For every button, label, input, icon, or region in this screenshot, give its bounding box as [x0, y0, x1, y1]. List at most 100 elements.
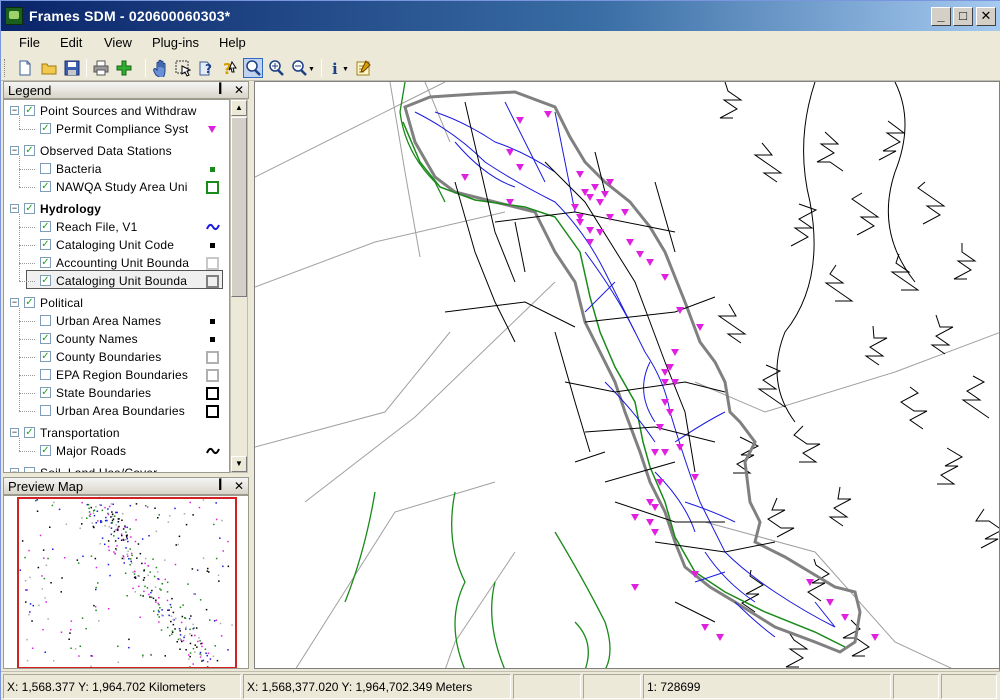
permit-compliance-marker[interactable] — [516, 164, 524, 171]
permit-compliance-marker[interactable] — [666, 409, 674, 416]
legend-item[interactable]: ✓ County Boundaries — [4, 348, 229, 366]
legend-group-5[interactable]: − Soil, Land Use/Cover — [4, 464, 229, 472]
permit-compliance-marker[interactable] — [461, 174, 469, 181]
print-icon[interactable] — [91, 58, 111, 78]
permit-compliance-marker[interactable] — [571, 204, 579, 211]
zoom-dropdown-arrow-icon[interactable]: ▼ — [308, 66, 315, 73]
legend-item[interactable]: ✓ County Names — [4, 330, 229, 348]
preview-map[interactable] — [3, 495, 249, 669]
permit-compliance-marker[interactable] — [596, 229, 604, 236]
pan-icon[interactable] — [150, 58, 170, 78]
open-icon[interactable] — [39, 58, 59, 78]
expand-toggle-icon[interactable]: − — [10, 468, 19, 472]
zoom-out-icon[interactable] — [289, 58, 309, 78]
permit-compliance-marker[interactable] — [701, 624, 709, 631]
menu-help[interactable]: Help — [219, 35, 246, 50]
permit-compliance-marker[interactable] — [621, 209, 629, 216]
permit-compliance-marker[interactable] — [596, 199, 604, 206]
legend-group-3[interactable]: − ✓ Political — [4, 294, 229, 312]
add-layer-icon[interactable] — [114, 58, 134, 78]
legend-item[interactable]: ✓ Accounting Unit Bounda — [4, 254, 229, 272]
toolbar-grip[interactable] — [4, 59, 7, 77]
identify-help-icon[interactable]: ? — [219, 58, 239, 78]
permit-compliance-marker[interactable] — [841, 614, 849, 621]
layer-checkbox[interactable]: ✓ — [24, 297, 35, 308]
layer-checkbox[interactable]: ✓ — [40, 445, 51, 456]
info-dropdown-arrow-icon[interactable]: ▼ — [342, 66, 349, 73]
layer-checkbox[interactable]: ✓ — [40, 387, 51, 398]
permit-compliance-marker[interactable] — [636, 251, 644, 258]
permit-compliance-marker[interactable] — [716, 634, 724, 641]
zoom-area-icon[interactable] — [243, 58, 263, 78]
permit-compliance-marker[interactable] — [826, 599, 834, 606]
permit-compliance-marker[interactable] — [626, 239, 634, 246]
layer-checkbox[interactable]: ✓ — [40, 181, 51, 192]
permit-compliance-marker[interactable] — [576, 219, 584, 226]
permit-compliance-marker[interactable] — [871, 634, 879, 641]
expand-toggle-icon[interactable]: − — [10, 204, 19, 213]
legend-item[interactable]: Urban Area Boundaries — [4, 402, 229, 420]
permit-compliance-marker[interactable] — [661, 369, 669, 376]
minimize-button[interactable]: _ — [931, 7, 951, 26]
permit-compliance-marker[interactable] — [506, 149, 514, 156]
layer-checkbox[interactable]: ✓ — [40, 257, 51, 268]
legend-group-4[interactable]: − ✓ Transportation — [4, 424, 229, 442]
permit-compliance-marker[interactable] — [676, 444, 684, 451]
legend-close-icon[interactable]: ✕ — [234, 83, 244, 97]
layer-checkbox[interactable]: ✓ — [24, 427, 35, 438]
legend-item[interactable]: ✓ State Boundaries — [4, 384, 229, 402]
expand-toggle-icon[interactable]: − — [10, 428, 19, 437]
permit-compliance-marker[interactable] — [651, 529, 659, 536]
permit-compliance-marker[interactable] — [516, 117, 524, 124]
layer-checkbox[interactable]: ✓ — [40, 123, 51, 134]
permit-compliance-marker[interactable] — [696, 324, 704, 331]
permit-compliance-marker[interactable] — [586, 194, 594, 201]
permit-compliance-marker[interactable] — [661, 274, 669, 281]
legend-item[interactable]: ✓ Permit Compliance Syst — [4, 120, 229, 138]
save-icon[interactable] — [62, 58, 82, 78]
legend-item[interactable]: Bacteria — [4, 160, 229, 178]
new-icon[interactable] — [15, 58, 35, 78]
legend-item[interactable]: EPA Region Boundaries — [4, 366, 229, 384]
layer-checkbox[interactable]: ✓ — [40, 275, 51, 286]
layer-checkbox[interactable] — [40, 405, 51, 416]
permit-compliance-marker[interactable] — [544, 111, 552, 118]
pin-icon[interactable]: ꟾ — [218, 83, 222, 97]
menu-file[interactable]: File — [19, 35, 40, 50]
legend-item[interactable]: ✓ Cataloging Unit Code — [4, 236, 229, 254]
layer-checkbox[interactable]: ✓ — [40, 221, 51, 232]
legend-item[interactable]: ✓ Major Roads — [4, 442, 229, 460]
permit-compliance-marker[interactable] — [646, 259, 654, 266]
layer-checkbox[interactable]: ✓ — [24, 203, 35, 214]
scroll-thumb[interactable] — [231, 117, 247, 297]
permit-compliance-marker[interactable] — [671, 349, 679, 356]
expand-toggle-icon[interactable]: − — [10, 106, 19, 115]
legend-group-1[interactable]: − ✓ Observed Data Stations — [4, 142, 229, 160]
legend-item[interactable]: ✓ NAWQA Study Area Uni — [4, 178, 229, 196]
layer-checkbox[interactable] — [40, 315, 51, 326]
permit-compliance-marker[interactable] — [601, 191, 609, 198]
title-bar[interactable]: Frames SDM - 020600060303* _ □ ✕ — [1, 1, 1000, 31]
properties-icon[interactable] — [353, 58, 373, 78]
permit-compliance-marker[interactable] — [646, 519, 654, 526]
close-button[interactable]: ✕ — [976, 7, 996, 26]
permit-compliance-marker[interactable] — [631, 514, 639, 521]
legend-group-2[interactable]: − ✓ Hydrology — [4, 200, 229, 218]
scroll-up-arrow-icon[interactable]: ▲ — [231, 100, 247, 116]
permit-compliance-marker[interactable] — [651, 504, 659, 511]
scroll-down-arrow-icon[interactable]: ▼ — [231, 456, 247, 472]
layer-checkbox[interactable] — [40, 163, 51, 174]
permit-compliance-marker[interactable] — [586, 227, 594, 234]
permit-compliance-marker[interactable] — [586, 239, 594, 246]
legend-item[interactable]: Urban Area Names — [4, 312, 229, 330]
layer-checkbox[interactable]: ✓ — [24, 145, 35, 156]
map-canvas[interactable] — [254, 81, 1000, 669]
permit-compliance-marker[interactable] — [671, 379, 679, 386]
permit-compliance-marker[interactable] — [676, 307, 684, 314]
preview-extent-box[interactable] — [17, 497, 237, 668]
permit-compliance-marker[interactable] — [661, 449, 669, 456]
layer-checkbox[interactable]: ✓ — [40, 351, 51, 362]
help-query-icon[interactable]: ? — [196, 58, 216, 78]
layer-checkbox[interactable] — [40, 369, 51, 380]
layer-checkbox[interactable] — [24, 467, 35, 472]
